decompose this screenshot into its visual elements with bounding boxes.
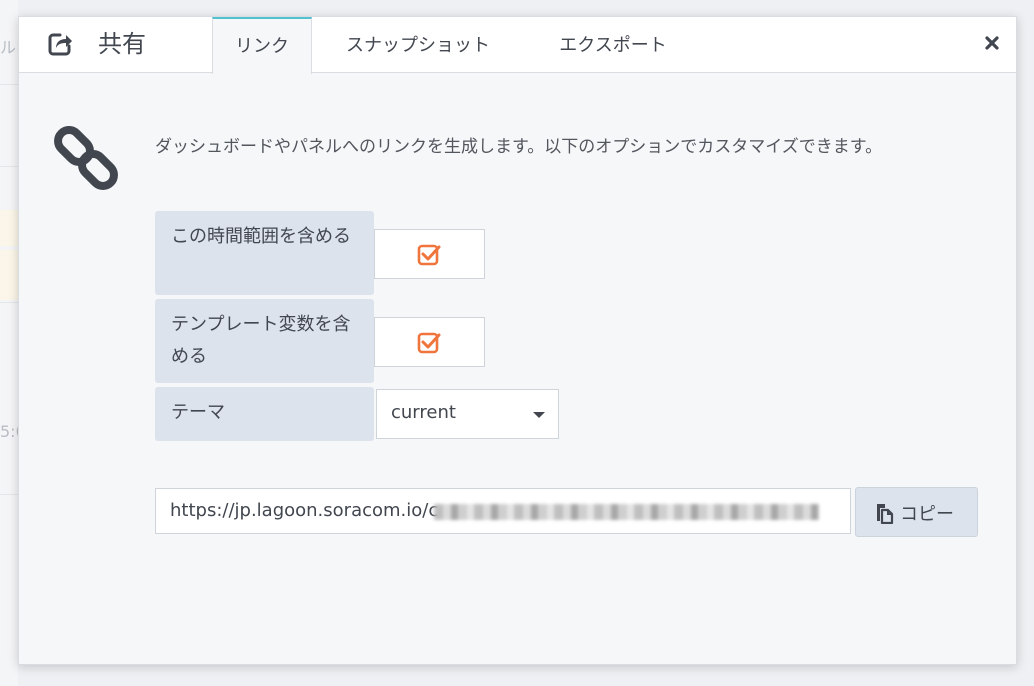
template-variables-checkbox[interactable] [417, 331, 441, 355]
background-divider [0, 84, 18, 85]
modal-header: 共有 リンク スナップショット エクスポート [19, 17, 1016, 74]
share-icon [48, 33, 72, 56]
background-highlight [0, 210, 18, 246]
template-variables-field [374, 317, 485, 367]
chain-link-icon [54, 126, 118, 190]
include-time-range-field [374, 229, 485, 279]
tab-export[interactable]: エクスポート [543, 17, 683, 73]
clipboard-icon [877, 504, 894, 524]
theme-select[interactable]: current [376, 389, 559, 439]
tab-link[interactable]: リンク [212, 17, 312, 74]
tab-snapshot[interactable]: スナップショット [332, 17, 504, 73]
background-text-fragment: 5:0 [0, 422, 18, 441]
link-description: ダッシュボードやパネルへのリンクを生成します。以下のオプションでカスタマイズでき… [155, 137, 883, 157]
copy-button-label: コピー [900, 504, 954, 525]
template-variables-label: テンプレート変数を含める [155, 299, 374, 383]
theme-select-value: current [391, 402, 456, 423]
background-panel-edge [0, 0, 18, 686]
share-url-input[interactable]: https://jp.lagoon.soracom.io/c [155, 488, 851, 534]
caret-down-icon [533, 412, 545, 418]
background-divider [0, 494, 18, 495]
include-time-range-checkbox[interactable] [417, 243, 441, 267]
close-icon[interactable] [982, 33, 1002, 53]
theme-label: テーマ [155, 387, 374, 441]
background-divider [0, 302, 18, 303]
background-divider [0, 166, 18, 167]
include-time-range-label: この時間範囲を含める [155, 211, 374, 295]
background-highlight [0, 250, 18, 300]
share-modal: 共有 リンク スナップショット エクスポート ダッシュボードやパネルへのリンクを… [18, 16, 1017, 665]
background-text-fragment: ルキ [0, 38, 18, 57]
modal-title: 共有 [98, 30, 146, 58]
share-url-text: https://jp.lagoon.soracom.io/c [170, 500, 439, 521]
copy-button[interactable]: コピー [855, 487, 978, 537]
url-redaction [434, 504, 819, 520]
